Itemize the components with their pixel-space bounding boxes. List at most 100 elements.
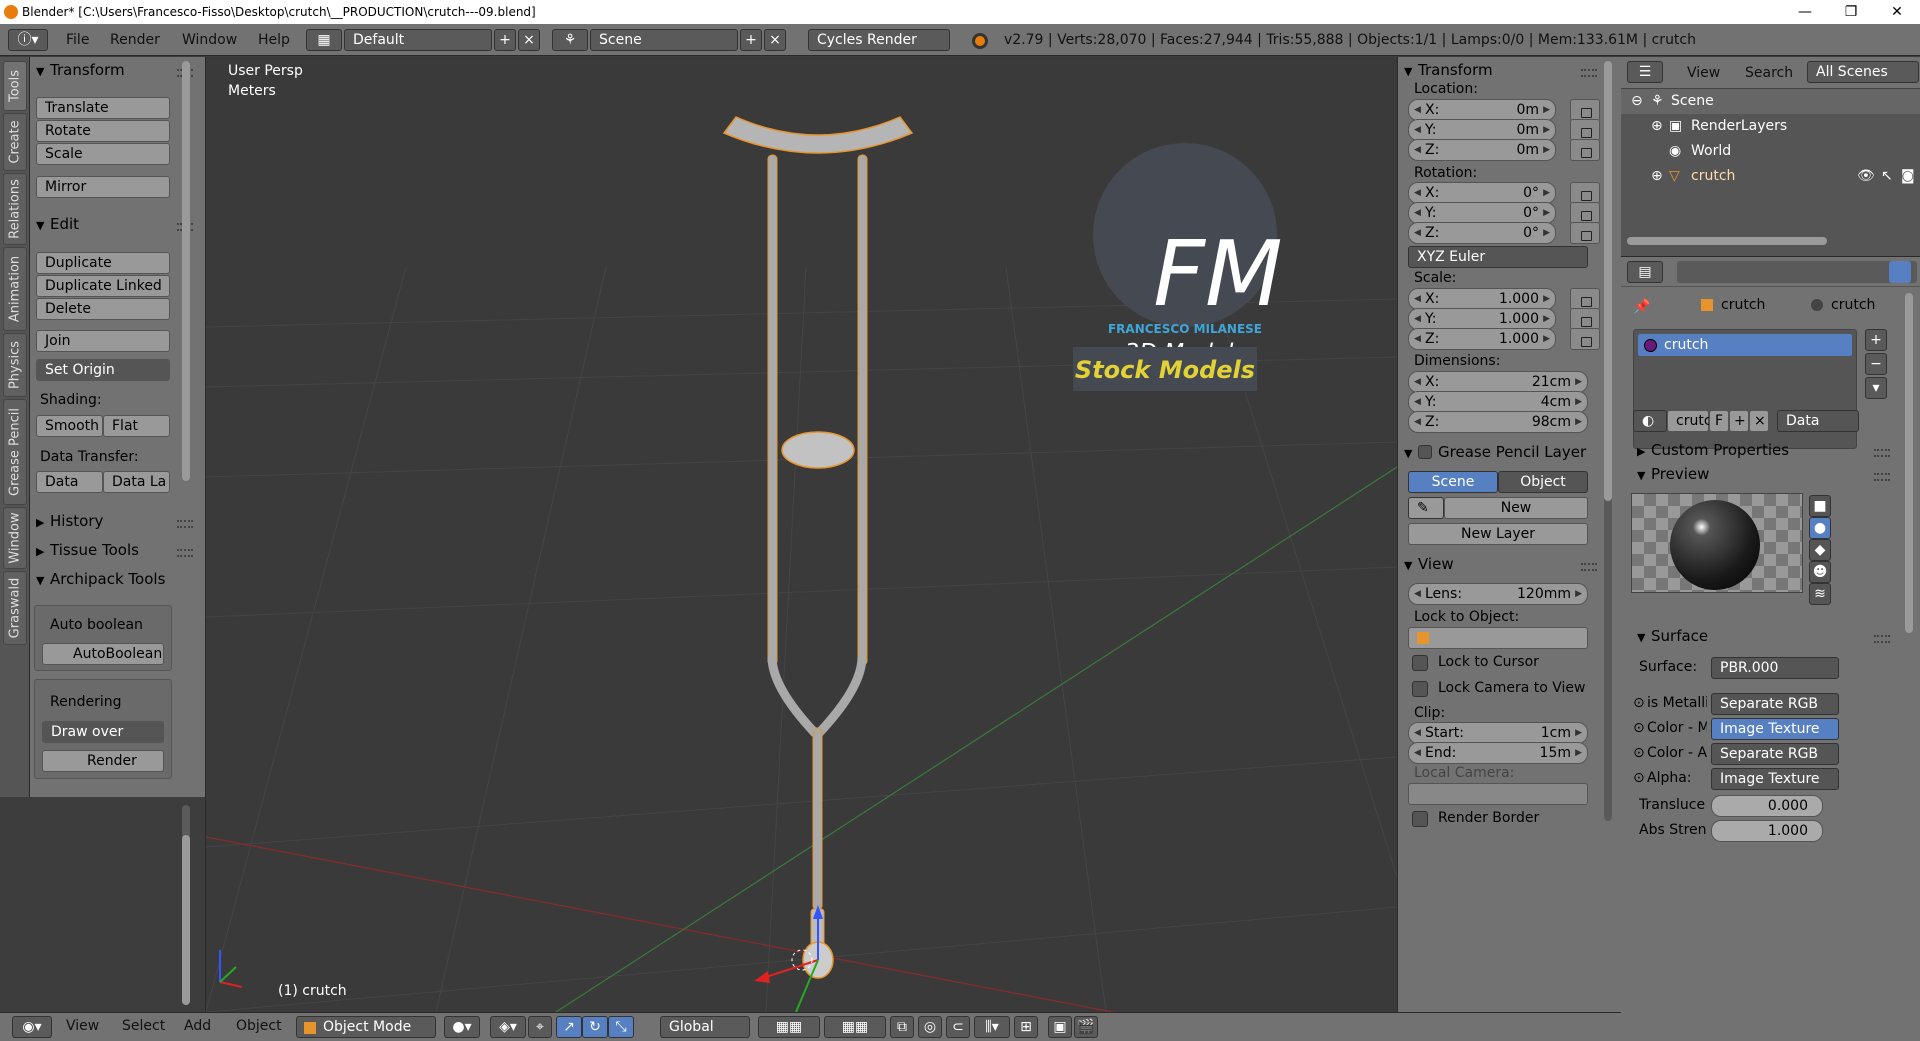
preview-plane-icon[interactable]: ■ — [1809, 495, 1831, 517]
editor-type-properties-icon[interactable]: ▤ — [1627, 261, 1663, 283]
visibility-eye-icon[interactable]: 👁 — [1857, 164, 1875, 189]
outliner-row-scene[interactable]: ⊖ ⚘ Scene — [1621, 89, 1920, 114]
render-button[interactable]: Render — [42, 750, 164, 772]
tab-tools[interactable]: Tools — [3, 61, 27, 111]
lens-field[interactable]: ◀ Lens: 120mm ▶ — [1408, 583, 1588, 605]
toolshelf-scrollbar[interactable] — [182, 61, 190, 481]
panel-grease-pencil-header[interactable]: ▼ Grease Pencil Layer — [1404, 443, 1594, 461]
3d-viewport[interactable]: FM FRANCESCO MILANESE 3D Models Stock Mo… — [206, 57, 1397, 1012]
input-socket-icon[interactable]: ⊙ — [1633, 695, 1645, 711]
clip-start-field[interactable]: ◀ Start: 1cm ▶ — [1408, 722, 1588, 744]
crutch-model[interactable] — [722, 116, 914, 979]
panel-grip-icon[interactable] — [1874, 635, 1890, 643]
close-button[interactable]: ✕ — [1874, 0, 1920, 24]
draw-over-dropdown[interactable]: Draw over — [42, 721, 164, 743]
lock-rotation-y-icon[interactable] — [1570, 202, 1600, 224]
lock-location-z-icon[interactable] — [1570, 139, 1600, 161]
tab-window[interactable]: Window — [3, 507, 27, 569]
panel-view-header[interactable]: ▼ View — [1404, 555, 1454, 573]
panel-grip-icon[interactable] — [177, 549, 193, 557]
minimize-button[interactable]: — — [1782, 0, 1828, 24]
outliner-filter-dropdown[interactable]: All Scenes — [1807, 61, 1919, 83]
lock-scale-y-icon[interactable] — [1570, 308, 1600, 330]
preview-cube-icon[interactable]: ◆ — [1809, 539, 1831, 561]
pivot-point-icon[interactable]: ◈▾ — [490, 1016, 526, 1038]
add-layout-icon[interactable]: + — [494, 29, 516, 51]
outliner-row-crutch[interactable]: ⊕ ▽ crutch 👁 ↖ ◙ — [1621, 164, 1920, 189]
tab-relations[interactable]: Relations — [3, 173, 27, 245]
outliner-menu-search[interactable]: Search — [1745, 65, 1793, 81]
pencil-icon[interactable]: ✎ — [1408, 497, 1444, 519]
expand-icon[interactable]: ⊕ — [1651, 164, 1663, 189]
grease-new-button[interactable]: New — [1444, 497, 1588, 519]
tab-graswald[interactable]: Graswald — [3, 571, 27, 645]
slot-menu-icon[interactable]: ▾ — [1865, 377, 1887, 399]
scale-y-field[interactable]: ◀ Y: 1.000 ▶ — [1408, 308, 1556, 330]
lock-to-cursor-checkbox[interactable] — [1412, 655, 1428, 671]
snap-target-icon[interactable]: ⊞ — [1014, 1016, 1038, 1038]
input-alpha-dropdown[interactable]: Image Texture — [1711, 768, 1839, 790]
expand-icon[interactable]: ⊕ — [1651, 114, 1663, 139]
autoboolean-button[interactable]: AutoBoolean — [42, 643, 164, 665]
tab-create[interactable]: Create — [3, 113, 27, 171]
proportional-edit-icon[interactable]: ◎ — [918, 1016, 942, 1038]
render-camera-icon[interactable]: ◙ — [1901, 164, 1915, 189]
rotation-z-field[interactable]: ◀ Z: 0° ▶ — [1408, 222, 1556, 244]
properties-context-tabs[interactable] — [1677, 261, 1917, 283]
material-name-field[interactable]: crutc — [1667, 410, 1712, 432]
lock-location-x-icon[interactable] — [1570, 99, 1600, 121]
toolshelf-lower-scrollbar[interactable] — [182, 805, 190, 1005]
preview-sphere-icon[interactable]: ● — [1809, 517, 1831, 539]
panel-preview-header[interactable]: ▼ Preview — [1637, 465, 1709, 483]
layers-grid-2-icon[interactable]: ▦▦ — [824, 1016, 886, 1038]
remove-layout-icon[interactable]: × — [518, 29, 540, 51]
manipulator-toggle-icon[interactable]: ⌖ — [528, 1016, 552, 1038]
input-color-ab-dropdown[interactable]: Separate RGB — [1711, 743, 1839, 765]
layer-lock-icon[interactable]: ⧉ — [890, 1016, 914, 1038]
outliner-row-renderlayers[interactable]: ⊕ ▣ RenderLayers — [1621, 114, 1920, 139]
scale-manipulator-icon[interactable]: ⤡ — [608, 1016, 634, 1038]
pin-icon[interactable]: 📌 — [1633, 299, 1650, 315]
lock-camera-checkbox[interactable] — [1412, 681, 1428, 697]
lock-location-y-icon[interactable] — [1570, 119, 1600, 141]
select-arrow-icon[interactable]: ↖ — [1881, 164, 1893, 189]
grease-object-tab[interactable]: Object — [1498, 471, 1588, 493]
layout-selector[interactable]: Default — [344, 29, 492, 51]
panel-archipack-header[interactable]: ▼ Archipack Tools — [36, 570, 170, 588]
outliner-menu-view[interactable]: View — [1687, 65, 1720, 81]
snap-toggle-icon[interactable]: ⊂ — [946, 1016, 970, 1038]
outliner-row-world[interactable]: ◉ World — [1621, 139, 1920, 164]
data-layout-button[interactable]: Data La — [103, 471, 170, 493]
rotation-mode-dropdown[interactable]: XYZ Euler — [1408, 246, 1588, 268]
render-engine-selector[interactable]: Cycles Render — [808, 29, 950, 51]
menu-select[interactable]: Select — [122, 1018, 165, 1034]
preview-monkey-icon[interactable]: ☻ — [1809, 561, 1831, 583]
input-socket-icon[interactable]: ⊙ — [1633, 770, 1645, 786]
rotation-y-field[interactable]: ◀ Y: 0° ▶ — [1408, 202, 1556, 224]
rotate-button[interactable]: Rotate — [36, 120, 170, 142]
tab-grease-pencil[interactable]: Grease Pencil — [3, 399, 27, 505]
grease-pencil-toggle[interactable] — [1418, 445, 1432, 459]
abs-strength-slider[interactable]: 1.000 — [1711, 820, 1823, 842]
opengl-render-icon[interactable]: ▣ — [1048, 1016, 1072, 1038]
preview-hair-icon[interactable]: ≋ — [1809, 583, 1831, 605]
panel-grip-icon[interactable] — [1874, 473, 1890, 481]
menu-render[interactable]: Render — [110, 32, 160, 48]
menu-add[interactable]: Add — [184, 1018, 211, 1034]
unlink-material-icon[interactable]: × — [1749, 410, 1769, 432]
menu-window[interactable]: Window — [182, 32, 237, 48]
panel-custom-properties-header[interactable]: ▶ Custom Properties — [1637, 441, 1789, 459]
rotate-manipulator-icon[interactable]: ↻ — [582, 1016, 608, 1038]
dimensions-x-field[interactable]: ◀ X: 21cm ▶ — [1408, 371, 1588, 393]
remove-slot-icon[interactable]: − — [1865, 353, 1887, 375]
panel-transform-header[interactable]: ▼ Transform — [36, 61, 125, 79]
menu-file[interactable]: File — [66, 32, 89, 48]
input-socket-icon[interactable]: ⊙ — [1633, 745, 1645, 761]
scene-selector[interactable]: Scene — [590, 29, 738, 51]
material-slot-crutch[interactable]: crutch — [1638, 334, 1852, 356]
npanel-scrollbar[interactable] — [1604, 61, 1612, 821]
join-button[interactable]: Join — [36, 330, 170, 352]
outliner-h-scrollbar[interactable] — [1627, 237, 1827, 245]
set-origin-dropdown[interactable]: Set Origin — [36, 359, 170, 381]
dimensions-y-field[interactable]: ◀ Y: 4cm ▶ — [1408, 391, 1588, 413]
